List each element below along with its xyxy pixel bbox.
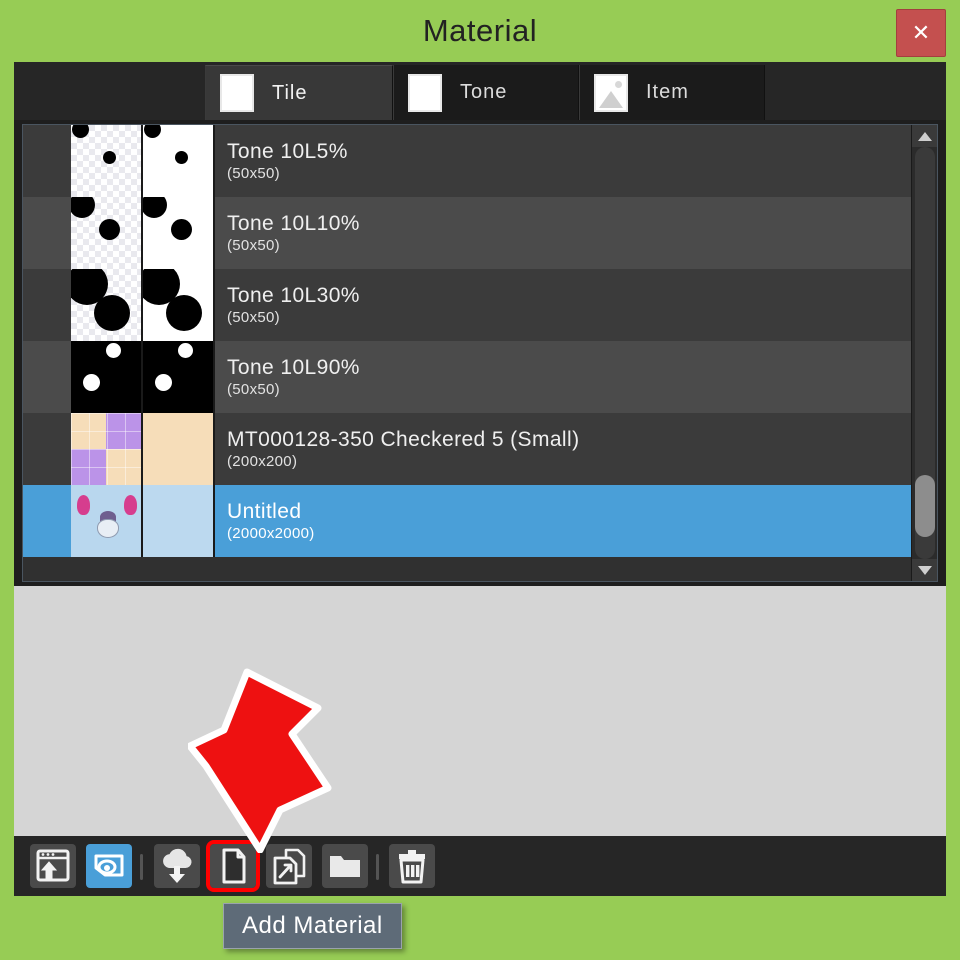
material-dialog: Material ✕ Tile Tone Item Tone 10L5% (50… <box>0 0 960 960</box>
chevron-down-icon <box>918 565 932 575</box>
show-preview-button[interactable] <box>86 844 132 888</box>
tab-item-label: Item <box>646 81 689 103</box>
material-size: (50x50) <box>227 309 280 326</box>
checkerboard-icon <box>220 74 254 112</box>
thumbnail-transparent <box>71 197 143 269</box>
chevron-up-icon <box>918 131 932 141</box>
thumbnail-opaque <box>143 413 215 485</box>
row-texts: Tone 10L30% (50x50) <box>215 269 921 341</box>
window-arrow-up-icon <box>36 849 70 882</box>
scroll-down-button[interactable] <box>912 559 937 581</box>
thumbnail-opaque <box>143 485 215 557</box>
row-gutter <box>23 413 71 485</box>
thumbnail-transparent <box>71 269 143 341</box>
material-size: (50x50) <box>227 381 280 398</box>
row-gutter <box>23 125 71 197</box>
picture-icon <box>594 73 628 112</box>
material-size: (50x50) <box>227 165 280 182</box>
table-row[interactable]: MT000128-350 Checkered 5 (Small) (200x20… <box>23 413 921 485</box>
toolbar-separator <box>376 854 379 880</box>
delete-material-button[interactable] <box>389 844 435 888</box>
material-list[interactable]: Tone 10L5% (50x50) Tone 10L10% (50x50) T… <box>22 124 938 582</box>
tab-tone[interactable]: Tone <box>393 65 579 120</box>
tab-tile[interactable]: Tile <box>205 65 393 120</box>
character-body <box>97 519 119 538</box>
trash-icon <box>399 850 425 884</box>
toolbar-separator <box>140 854 143 880</box>
material-name: Untitled <box>227 500 302 523</box>
paste-to-canvas-button[interactable] <box>30 844 76 888</box>
halftone-dots-icon <box>408 73 442 112</box>
close-button[interactable]: ✕ <box>896 9 946 57</box>
new-document-icon <box>222 848 246 884</box>
material-size: (50x50) <box>227 237 280 254</box>
material-size: (200x200) <box>227 453 298 470</box>
material-list-inner: Tone 10L5% (50x50) Tone 10L10% (50x50) T… <box>23 125 921 557</box>
material-name: Tone 10L30% <box>227 284 360 307</box>
material-name: Tone 10L5% <box>227 140 348 163</box>
row-texts: Untitled (2000x2000) <box>215 485 921 557</box>
row-texts: Tone 10L5% (50x50) <box>215 125 921 197</box>
row-gutter <box>23 485 71 557</box>
table-row[interactable]: Untitled (2000x2000) <box>23 485 921 557</box>
material-name: MT000128-350 Checkered 5 (Small) <box>227 428 580 451</box>
row-gutter <box>23 197 71 269</box>
material-name: Tone 10L10% <box>227 212 360 235</box>
thumbnail-transparent <box>71 341 143 413</box>
thumbnail-transparent <box>71 485 143 557</box>
bottom-toolbar <box>14 836 946 896</box>
title-bar: Material ✕ <box>0 0 960 62</box>
tab-tone-label: Tone <box>460 81 508 103</box>
row-texts: MT000128-350 Checkered 5 (Small) (200x20… <box>215 413 921 485</box>
close-icon: ✕ <box>911 20 931 45</box>
thumbnail-opaque <box>143 125 215 197</box>
cloud-download-icon <box>163 848 192 883</box>
document-share-icon <box>273 848 306 885</box>
duplicate-material-button[interactable] <box>266 844 312 888</box>
download-material-button[interactable] <box>154 844 200 888</box>
row-gutter <box>23 269 71 341</box>
tab-bar: Tile Tone Item <box>14 62 946 120</box>
thumbnail-opaque <box>143 341 215 413</box>
preview-pane <box>14 586 946 836</box>
preview-eye-icon <box>94 854 124 877</box>
dialog-body: Tile Tone Item Tone 10L5% (50x50) Tone 1… <box>14 62 946 896</box>
tooltip: Add Material <box>223 903 402 949</box>
row-texts: Tone 10L10% (50x50) <box>215 197 921 269</box>
tooltip-label: Add Material <box>242 912 383 939</box>
thumbnail-opaque <box>143 269 215 341</box>
table-row[interactable]: Tone 10L10% (50x50) <box>23 197 921 269</box>
table-row[interactable]: Tone 10L90% (50x50) <box>23 341 921 413</box>
thumbnail-transparent <box>71 413 143 485</box>
scroll-up-button[interactable] <box>912 125 937 147</box>
tab-item[interactable]: Item <box>579 65 765 120</box>
scrollbar-thumb[interactable] <box>915 475 935 537</box>
material-size: (2000x2000) <box>227 525 315 542</box>
thumbnail-transparent <box>71 125 143 197</box>
thumbnail-opaque <box>143 197 215 269</box>
row-gutter <box>23 341 71 413</box>
new-folder-button[interactable] <box>322 844 368 888</box>
folder-icon <box>330 856 360 877</box>
page-title: Material <box>422 13 538 48</box>
tab-tile-label: Tile <box>272 81 308 104</box>
list-scrollbar[interactable] <box>911 125 937 581</box>
table-row[interactable]: Tone 10L30% (50x50) <box>23 269 921 341</box>
add-material-button[interactable] <box>206 840 260 892</box>
material-name: Tone 10L90% <box>227 356 360 379</box>
row-texts: Tone 10L90% (50x50) <box>215 341 921 413</box>
table-row[interactable]: Tone 10L5% (50x50) <box>23 125 921 197</box>
